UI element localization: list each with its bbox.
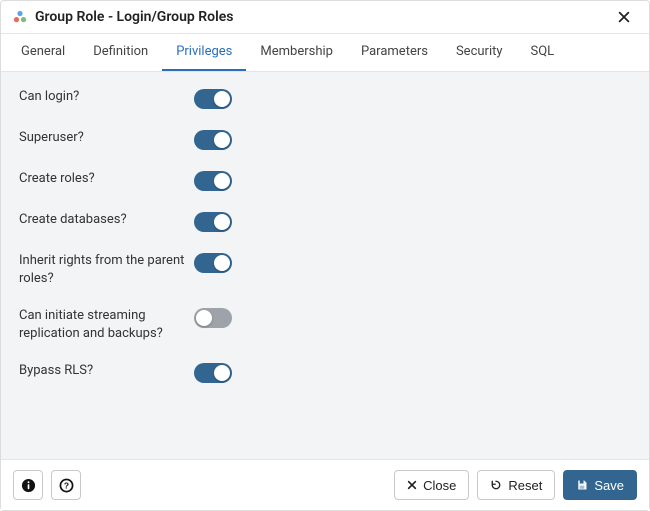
row-streaming-replication: Can initiate streaming replication and b… — [19, 307, 631, 342]
info-button[interactable] — [13, 470, 43, 500]
help-button[interactable]: ? — [51, 470, 81, 500]
switch-streaming-replication[interactable] — [194, 308, 232, 328]
reset-button-label: Reset — [508, 478, 542, 493]
row-inherit-rights: Inherit rights from the parent roles? — [19, 252, 631, 287]
label-create-databases: Create databases? — [19, 211, 194, 229]
row-create-databases: Create databases? — [19, 211, 631, 232]
row-can-login: Can login? — [19, 88, 631, 109]
tab-bar: General Definition Privileges Membership… — [1, 34, 649, 72]
tab-security[interactable]: Security — [442, 34, 517, 71]
dialog-footer: ? Close Reset Save — [1, 459, 649, 510]
privileges-panel: Can login? Superuser? Create roles? Crea… — [1, 72, 649, 459]
switch-bypass-rls[interactable] — [194, 363, 232, 383]
reset-icon — [490, 479, 502, 491]
reset-button[interactable]: Reset — [477, 470, 555, 500]
label-create-roles: Create roles? — [19, 170, 194, 188]
close-button-label: Close — [423, 478, 456, 493]
dialog-title: Group Role - Login/Group Roles — [35, 9, 617, 25]
switch-create-databases[interactable] — [194, 212, 232, 232]
close-icon[interactable] — [617, 10, 637, 24]
close-button[interactable]: Close — [394, 470, 469, 500]
switch-superuser[interactable] — [194, 130, 232, 150]
tab-privileges[interactable]: Privileges — [162, 34, 246, 71]
save-button-label: Save — [594, 478, 624, 493]
switch-can-login[interactable] — [194, 89, 232, 109]
label-can-login: Can login? — [19, 88, 194, 106]
label-streaming-replication: Can initiate streaming replication and b… — [19, 307, 194, 342]
row-bypass-rls: Bypass RLS? — [19, 362, 631, 383]
tab-sql[interactable]: SQL — [517, 34, 569, 71]
row-superuser: Superuser? — [19, 129, 631, 150]
switch-inherit-rights[interactable] — [194, 253, 232, 273]
label-superuser: Superuser? — [19, 129, 194, 147]
title-bar: Group Role - Login/Group Roles — [1, 1, 649, 34]
save-icon — [576, 479, 588, 491]
app-icon — [13, 10, 27, 24]
tab-definition[interactable]: Definition — [79, 34, 162, 71]
save-button[interactable]: Save — [563, 470, 637, 500]
tab-parameters[interactable]: Parameters — [347, 34, 442, 71]
svg-text:?: ? — [63, 480, 68, 490]
close-x-icon — [407, 480, 417, 490]
tab-general[interactable]: General — [7, 34, 79, 71]
tab-membership[interactable]: Membership — [246, 34, 347, 71]
switch-create-roles[interactable] — [194, 171, 232, 191]
label-inherit-rights: Inherit rights from the parent roles? — [19, 252, 194, 287]
label-bypass-rls: Bypass RLS? — [19, 362, 194, 380]
row-create-roles: Create roles? — [19, 170, 631, 191]
